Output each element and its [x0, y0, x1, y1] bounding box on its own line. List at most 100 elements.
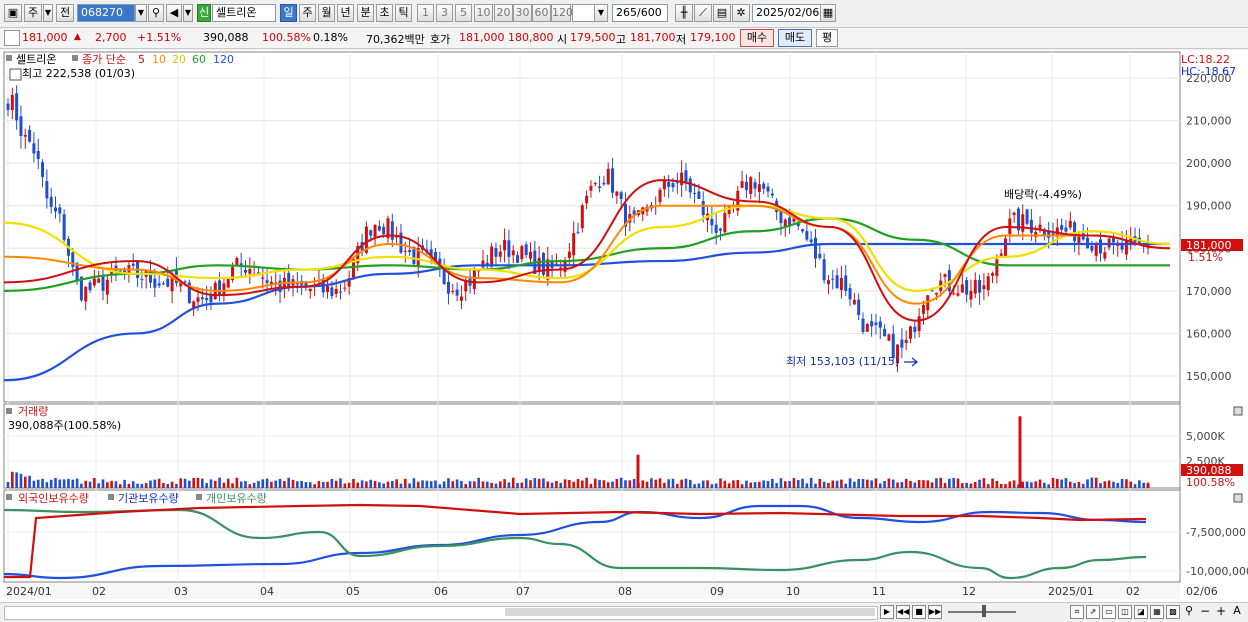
volume-bar [218, 477, 221, 488]
line-tool-icon[interactable]: ⟋ [694, 4, 712, 22]
scroll-thumb[interactable] [505, 608, 875, 616]
tool-6-icon[interactable]: ▦ [1150, 605, 1164, 619]
interval-3-button[interactable]: 3 [436, 4, 453, 22]
search-icon[interactable]: ⚲ [148, 4, 164, 22]
zoom-out-icon[interactable]: − [1198, 605, 1212, 619]
zoom-in-icon[interactable]: + [1214, 605, 1228, 619]
prev-button[interactable]: 전 [56, 4, 74, 22]
fast-forward-icon[interactable]: ▶▶ [928, 605, 942, 619]
stock-name-field[interactable]: 셀트리온 [212, 4, 276, 22]
volume-bar [1073, 483, 1076, 488]
period-day-button[interactable]: 일 [280, 4, 297, 22]
volume-bar [1103, 481, 1107, 488]
candle-body [844, 275, 848, 291]
stop-icon[interactable]: ■ [912, 605, 926, 619]
rewind-icon[interactable]: ◀◀ [896, 605, 910, 619]
date-field[interactable]: 2025/02/06 [752, 4, 822, 22]
interval-20-button[interactable]: 20 [494, 4, 513, 22]
period-minute-button[interactable]: 분 [357, 4, 374, 22]
legend-ma60: 60 [192, 53, 206, 66]
interval-30-button[interactable]: 30 [513, 4, 532, 22]
code-dropdown-icon[interactable]: ▼ [135, 4, 147, 22]
tool-7-icon[interactable]: ▩ [1166, 605, 1180, 619]
speaker-dropdown-icon[interactable]: ▼ [183, 4, 193, 22]
period-month-button[interactable]: 월 [318, 4, 335, 22]
code-input[interactable]: 068270 [77, 4, 135, 22]
window-icon[interactable]: ▣ [4, 4, 22, 22]
count-field[interactable]: 265/600 [612, 4, 668, 22]
play-icon[interactable]: ▶ [880, 605, 894, 619]
candle-body [956, 293, 960, 296]
eval-button[interactable]: 평 [816, 29, 838, 47]
volume-bar [1094, 477, 1098, 488]
volume-spike-bar [1018, 416, 1022, 488]
zoom-slider[interactable] [948, 605, 1016, 617]
interval-120-button[interactable]: 120 [551, 4, 573, 22]
tool-2-icon[interactable]: ⇗ [1086, 605, 1100, 619]
volume-bar [32, 480, 36, 488]
horizontal-scrollbar[interactable] [4, 606, 878, 620]
period-year-button[interactable]: 년 [337, 4, 354, 22]
volume-bar [930, 482, 934, 488]
tool-4-icon[interactable]: ◫ [1118, 605, 1132, 619]
volume-close-icon[interactable] [1233, 406, 1243, 416]
market-dropdown-icon[interactable]: ▼ [43, 4, 53, 22]
period-second-button[interactable]: 초 [376, 4, 393, 22]
calculator-icon[interactable] [9, 68, 22, 81]
interval-5-button[interactable]: 5 [455, 4, 472, 22]
period-tick-button[interactable]: 틱 [395, 4, 412, 22]
checkbox-icon[interactable] [4, 30, 20, 46]
calendar-icon[interactable]: ▦ [820, 4, 836, 22]
save-icon[interactable]: ▤ [713, 4, 731, 22]
volume-bar [369, 479, 373, 488]
candle-body [373, 225, 377, 237]
candle-body [671, 183, 675, 188]
candle-body [995, 259, 999, 276]
volume-bar [468, 481, 472, 488]
interval-60-button[interactable]: 60 [532, 4, 551, 22]
candle-body [494, 247, 498, 257]
interval-1-button[interactable]: 1 [417, 4, 434, 22]
volume-bar [1064, 478, 1068, 488]
tool-1-icon[interactable]: ⌗ [1070, 605, 1084, 619]
holding-close-icon[interactable] [1233, 493, 1243, 503]
speaker-icon[interactable]: ◀ [166, 4, 182, 22]
volume-spike-bar [636, 454, 640, 488]
zoom-search-icon[interactable]: ⚲ [1182, 605, 1196, 619]
candle-body [308, 288, 312, 292]
candle-body [507, 240, 511, 257]
buy-button[interactable]: 매수 [740, 29, 774, 47]
sell-button[interactable]: 매도 [778, 29, 812, 47]
interval-10-button[interactable]: 10 [474, 4, 493, 22]
period-week-button[interactable]: 주 [299, 4, 316, 22]
volume-bar [1086, 479, 1089, 488]
change-percent: +1.51% [137, 31, 182, 44]
interval-dropdown-icon[interactable]: ▼ [594, 4, 608, 22]
candle-type-icon[interactable]: ╫ [675, 4, 693, 22]
volume-bar [701, 480, 705, 488]
tool-3-icon[interactable]: ▭ [1102, 605, 1116, 619]
high-annotation: 최고 222,538 (01/03) [22, 67, 135, 80]
candle-body [978, 279, 982, 293]
legend-stock-name: 셀트리온 [16, 53, 56, 66]
volume-bar [429, 481, 433, 488]
volume-bar [581, 480, 584, 488]
candle-body [516, 255, 520, 263]
volume-bar [1107, 480, 1111, 488]
tool-5-icon[interactable]: ◪ [1134, 605, 1148, 619]
volume-bar [317, 481, 321, 488]
zoom-slider-handle[interactable] [982, 605, 986, 617]
candle-body [714, 224, 718, 233]
volume-bar [1120, 478, 1124, 488]
candle-body [723, 213, 727, 233]
legend-ma5: 5 [138, 53, 145, 66]
settings-gear-icon[interactable]: ✲ [732, 4, 750, 22]
candle-body [801, 229, 805, 232]
candle-body [62, 214, 66, 240]
volume-bar [1021, 481, 1025, 488]
font-size-icon[interactable]: A [1230, 605, 1244, 619]
volume-bar [1099, 483, 1102, 488]
volume-ratio: 100.58% [262, 31, 311, 44]
market-select[interactable]: 주 [24, 4, 42, 22]
volume-bar [360, 480, 364, 488]
